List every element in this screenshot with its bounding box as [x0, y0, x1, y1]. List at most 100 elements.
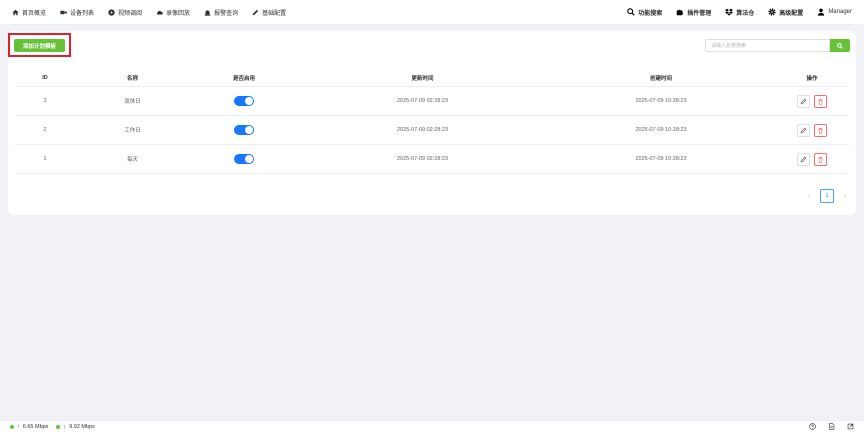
cell-ops [775, 94, 849, 108]
enabled-toggle[interactable] [234, 125, 254, 135]
cell-updated: 2025-07-09 02:28:23 [396, 127, 449, 133]
cell-ops [775, 123, 849, 137]
nav-item-alarm-query[interactable]: 报警查询 [204, 8, 238, 17]
cell-enabled [190, 125, 298, 135]
nav-label: 插件管理 [687, 10, 712, 17]
cell-updated: 2025-07-09 02:28:23 [396, 98, 449, 104]
search-button[interactable] [830, 39, 850, 52]
edit-button[interactable] [797, 94, 810, 108]
nav-label: 录像回放 [166, 10, 191, 17]
nav-item-plugin-management[interactable]: 插件管理 [676, 8, 711, 17]
trash-icon [818, 156, 823, 163]
nav-label: 功能搜索 [638, 10, 663, 17]
nav-item-basic-config[interactable]: 基础配置 [252, 8, 286, 17]
enabled-toggle[interactable] [234, 96, 254, 106]
document-icon[interactable] [828, 423, 835, 430]
puzzle-icon [677, 9, 684, 16]
status-dot [56, 424, 61, 429]
nav-item-home[interactable]: 首页概览 [12, 8, 46, 17]
help-icon[interactable] [809, 423, 816, 430]
trash-icon [818, 98, 823, 105]
user-menu[interactable]: Manager [817, 8, 852, 16]
edit-button[interactable] [797, 123, 810, 137]
schedule-template-card: 添加计划模板 ID 名称 是否启用 更新时间 创建时间 操作 3 双休日 202… [8, 31, 856, 215]
cell-created: 2025-07-09 10:28:23 [635, 156, 687, 162]
page-number-current[interactable]: 1 [820, 189, 834, 203]
header-ops: 操作 [806, 75, 818, 82]
status-actions [809, 423, 854, 430]
edit-button[interactable] [797, 152, 810, 166]
cloud-icon [157, 10, 163, 15]
cell-id: 3 [43, 98, 47, 104]
nav-item-function-search[interactable]: 功能搜索 [627, 8, 662, 17]
cell-name: 每天 [126, 157, 138, 163]
header-name: 名称 [126, 75, 138, 82]
edit-icon [252, 9, 259, 15]
trash-icon [818, 127, 823, 134]
upload-speed-value: 6.65 Mbps [22, 423, 49, 430]
enabled-toggle[interactable] [234, 154, 254, 164]
play-circle-icon [108, 8, 115, 16]
search-icon [627, 8, 635, 16]
user-name: Manager [828, 9, 852, 15]
header-enabled: 是否启用 [232, 75, 255, 82]
nav-item-device-list[interactable]: 设备列表 [60, 8, 94, 17]
table-row: 3 双休日 2025-07-09 02:28:23 2025-07-09 10:… [15, 87, 849, 116]
nav-label: 高级配置 [779, 10, 804, 17]
edit-icon [800, 156, 807, 162]
delete-button[interactable] [814, 94, 827, 108]
header-id: ID [42, 74, 48, 81]
alarm-icon [204, 9, 211, 16]
gear-icon [768, 8, 776, 16]
delete-button[interactable] [814, 152, 827, 166]
cell-created: 2025-07-09 10:28:23 [635, 98, 687, 104]
nav-label: 视频调阅 [118, 10, 143, 17]
cell-name: 双休日 [124, 99, 141, 105]
cell-created: 2025-07-09 10:28:23 [635, 127, 687, 133]
cell-updated: 2025-07-09 02:28:23 [396, 156, 449, 162]
search-input[interactable] [705, 39, 830, 52]
table-row: 2 工作日 2025-07-09 02:28:23 2025-07-09 10:… [15, 116, 849, 145]
nav-item-video-view[interactable]: 视频调阅 [108, 8, 142, 17]
nav-label: 报警查询 [214, 10, 239, 17]
upload-speed: ↑ 6.65 Mbps [10, 424, 48, 430]
nav-label: 设备列表 [70, 10, 95, 17]
nav-item-advanced-config[interactable]: 高级配置 [768, 8, 803, 17]
download-speed: ↓ 9.92 Mbps [56, 423, 95, 430]
main-nav: 首页概览 设备列表 视频调阅 录像回放 报警查询 基础配置 [12, 8, 286, 17]
download-speed-value: 9.92 Mbps [69, 423, 95, 430]
arrow-down-icon: ↓ [63, 423, 67, 430]
export-icon[interactable] [847, 423, 854, 430]
table-row: 1 每天 2025-07-09 02:28:23 2025-07-09 10:2… [15, 145, 849, 174]
utility-nav: 功能搜索 插件管理 算法仓 高级配置 Manager [627, 8, 852, 17]
nav-item-algorithm-store[interactable]: 算法仓 [725, 8, 754, 17]
home-icon [12, 9, 19, 15]
next-page-button[interactable]: › [840, 193, 850, 200]
user-icon [818, 8, 825, 16]
nav-label: 基础配置 [262, 10, 287, 17]
nav-label: 首页概览 [22, 10, 47, 17]
arrow-up-icon: ↑ [17, 423, 20, 430]
search-icon [837, 42, 843, 49]
top-nav-bar: 首页概览 设备列表 视频调阅 录像回放 报警查询 基础配置 功能搜索 插件管理 … [0, 0, 864, 25]
nav-item-playback[interactable]: 录像回放 [156, 8, 190, 17]
edit-icon [800, 98, 807, 104]
pagination: ‹ 1 › [804, 189, 850, 203]
edit-icon [800, 127, 807, 133]
video-camera-icon [60, 10, 67, 14]
cell-name: 工作日 [124, 128, 141, 134]
schedule-template-table: ID 名称 是否启用 更新时间 创建时间 操作 3 双休日 2025-07-09… [15, 69, 849, 174]
status-bar: ↑ 6.65 Mbps ↓ 9.92 Mbps [0, 420, 864, 432]
cell-id: 2 [43, 127, 47, 133]
add-schedule-template-button[interactable]: 添加计划模板 [14, 39, 65, 52]
status-dot [10, 424, 14, 429]
dropbox-icon [725, 8, 734, 16]
cell-ops [775, 152, 849, 166]
delete-button[interactable] [814, 123, 827, 137]
cell-id: 1 [43, 156, 47, 162]
header-updated: 更新时间 [411, 75, 434, 82]
cell-enabled [190, 96, 298, 106]
prev-page-button[interactable]: ‹ [804, 193, 814, 200]
header-created: 创建时间 [649, 75, 672, 82]
table-header: ID 名称 是否启用 更新时间 创建时间 操作 [15, 69, 849, 87]
